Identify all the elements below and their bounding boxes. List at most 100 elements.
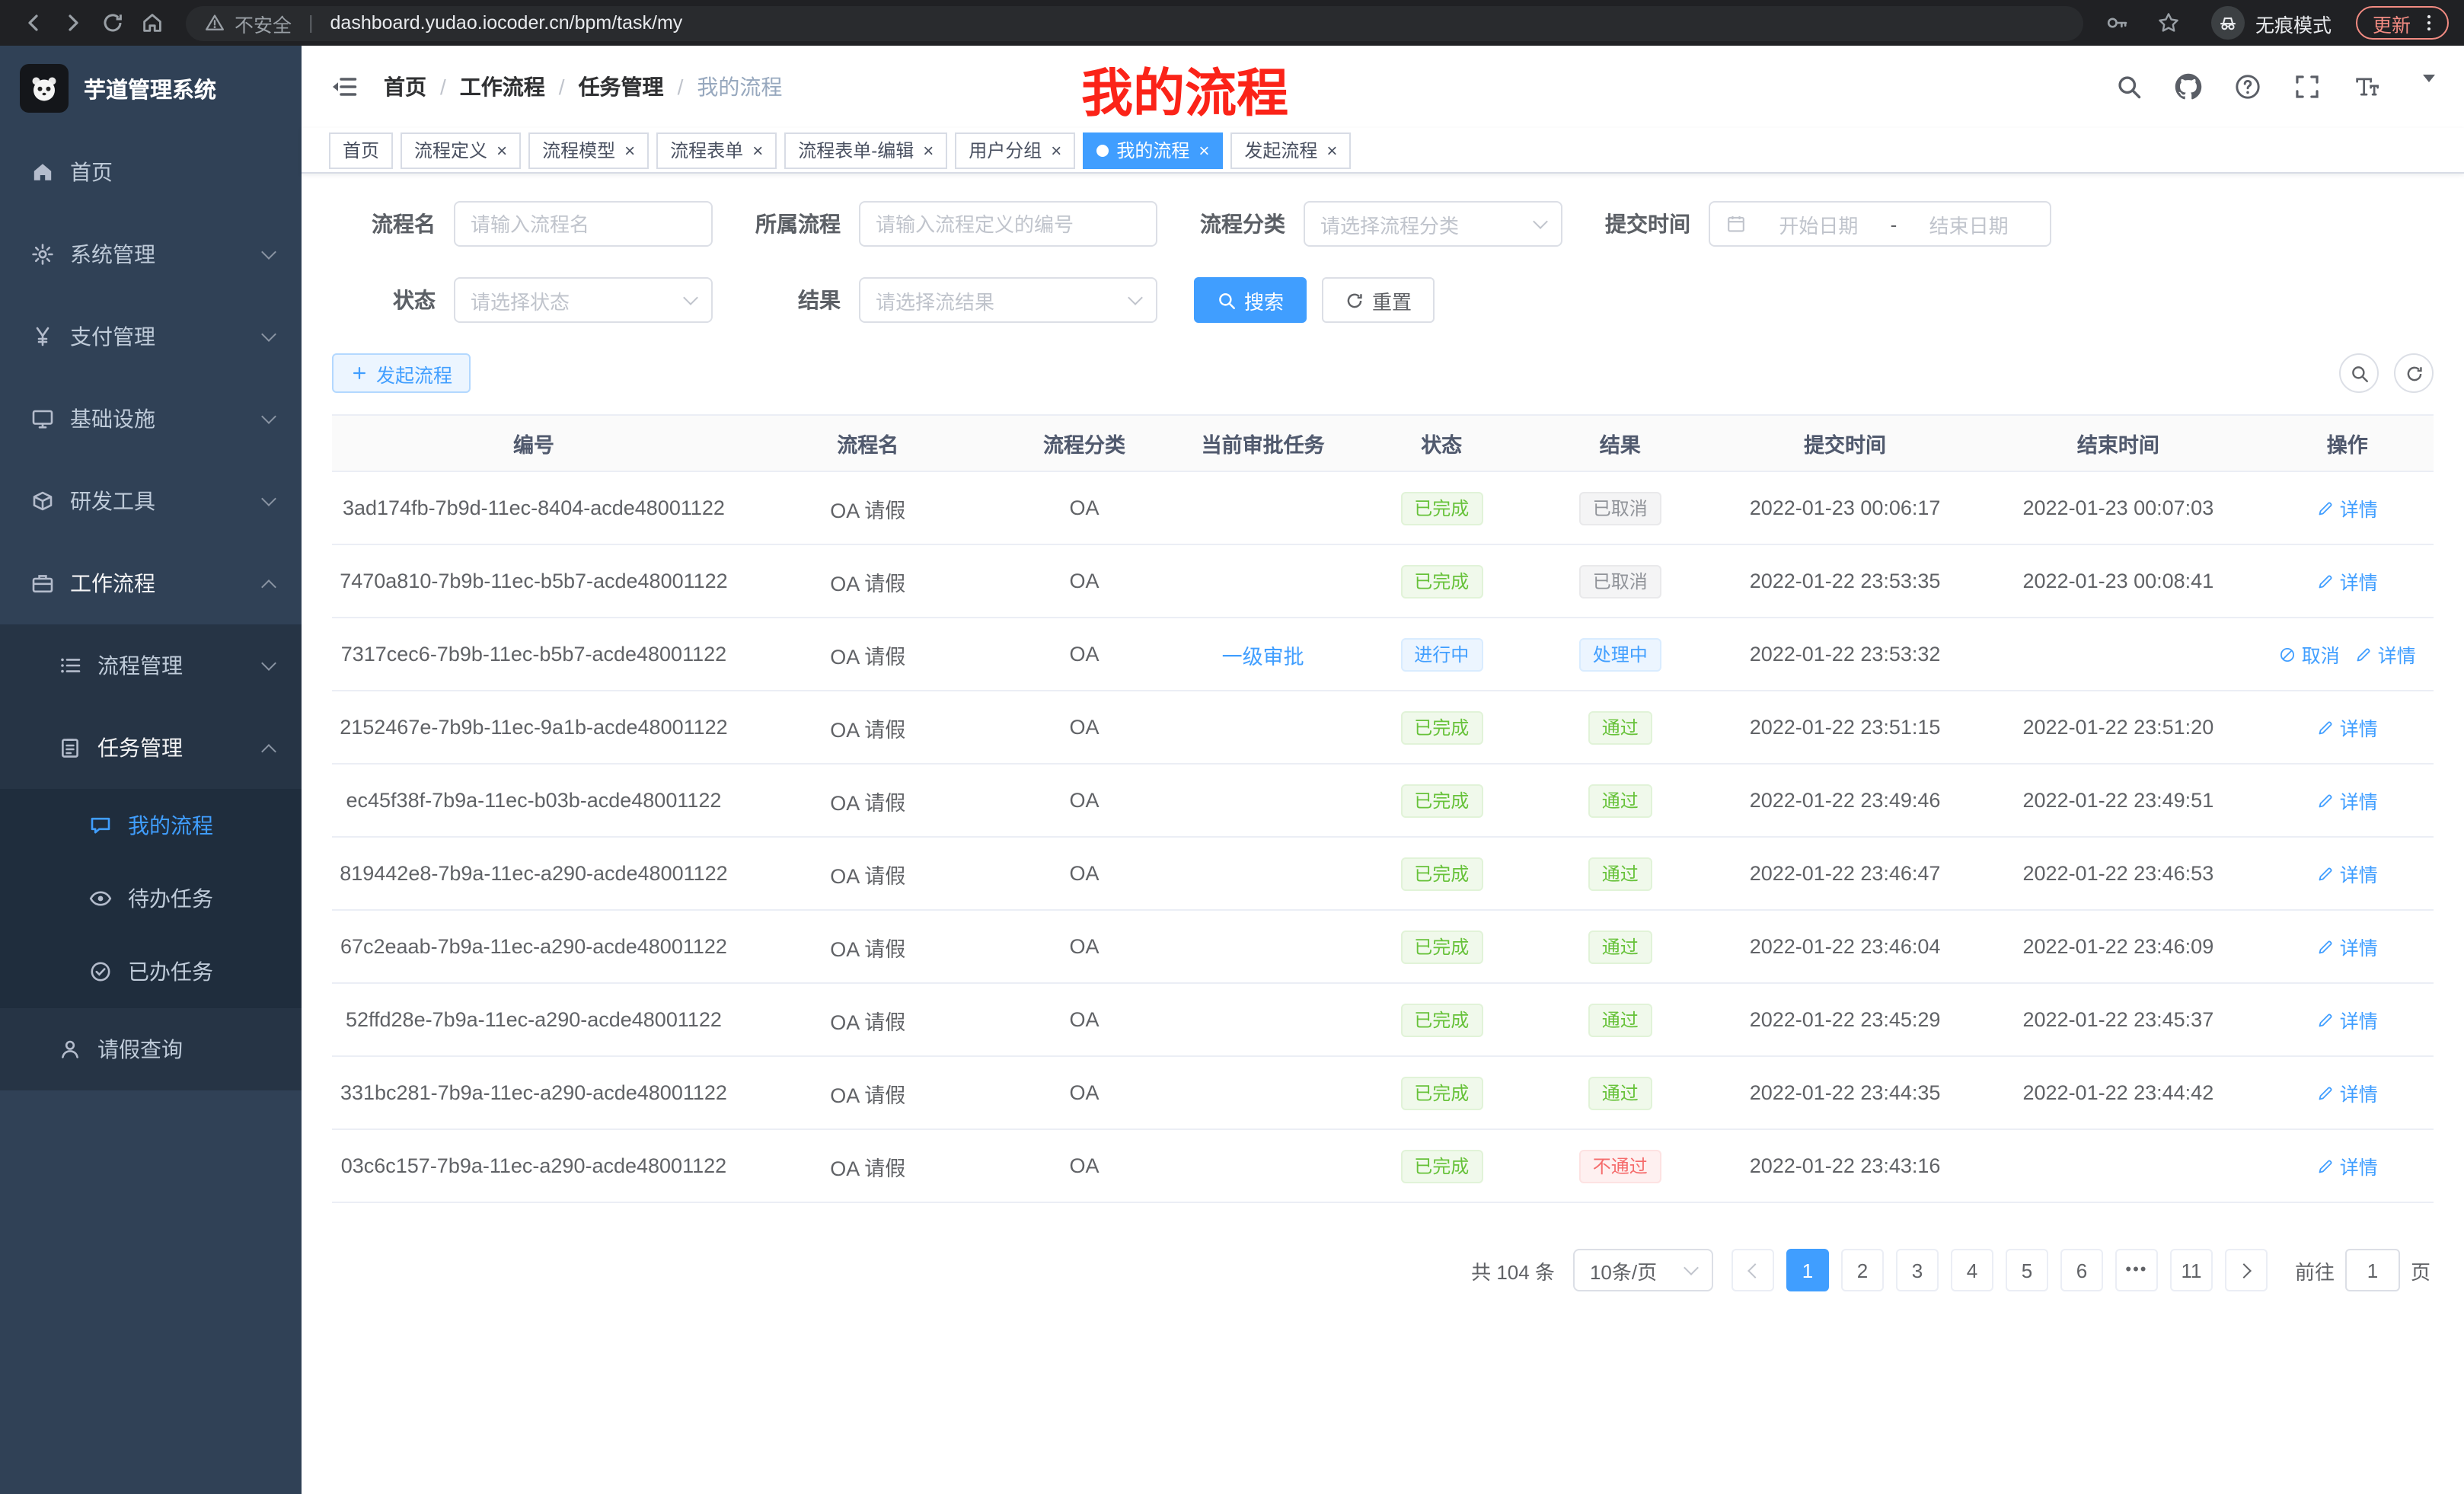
search-icon[interactable] xyxy=(2115,73,2143,101)
status-tag: 处理中 xyxy=(1579,637,1661,671)
page-button-2[interactable]: 2 xyxy=(1841,1249,1884,1291)
tab-process-definition[interactable]: 流程定义× xyxy=(401,132,521,168)
detail-link[interactable]: 详情 xyxy=(2317,713,2378,742)
tab-home[interactable]: 首页 xyxy=(329,132,393,168)
process-name-input[interactable] xyxy=(454,201,713,247)
page-button-11[interactable]: 11 xyxy=(2170,1249,2213,1291)
github-icon[interactable] xyxy=(2175,73,2202,101)
page-button-1[interactable]: 1 xyxy=(1786,1249,1829,1291)
sidebar-item-infrastructure[interactable]: 基础设施 xyxy=(0,378,302,460)
app-logo[interactable]: 芋道管理系统 xyxy=(0,46,302,131)
sidebar-item-done-tasks[interactable]: 已办任务 xyxy=(0,935,302,1008)
sidebar-item-workflow[interactable]: 工作流程 xyxy=(0,542,302,624)
result-select[interactable]: 请选择流结果 xyxy=(859,277,1157,323)
detail-link[interactable]: 详情 xyxy=(2317,567,2378,595)
toggle-search-button[interactable] xyxy=(2339,353,2379,393)
browser-back-button[interactable] xyxy=(15,5,52,41)
close-tab-icon[interactable]: × xyxy=(1051,141,1061,159)
detail-link[interactable]: 详情 xyxy=(2317,1151,2378,1180)
close-tab-icon[interactable]: × xyxy=(1198,141,1209,159)
tab-start-process[interactable]: 发起流程× xyxy=(1230,132,1351,168)
detail-link[interactable]: 详情 xyxy=(2317,859,2378,888)
submit-time-range-picker[interactable]: 开始日期 - 结束日期 xyxy=(1709,201,2051,247)
close-tab-icon[interactable]: × xyxy=(496,141,507,159)
sidebar-item-dev-tools[interactable]: 研发工具 xyxy=(0,460,302,542)
close-tab-icon[interactable]: × xyxy=(1326,141,1337,159)
prev-page-button[interactable] xyxy=(1732,1249,1774,1291)
edit-icon xyxy=(2317,937,2335,956)
tab-process-model[interactable]: 流程模型× xyxy=(528,132,649,168)
detail-link[interactable]: 详情 xyxy=(2317,1078,2378,1107)
tab-label: 流程表单-编辑 xyxy=(798,137,914,163)
detail-link[interactable]: 详情 xyxy=(2355,640,2416,669)
sidebar-item-leave-query[interactable]: 请假查询 xyxy=(0,1008,302,1090)
sidebar-item-label: 已办任务 xyxy=(128,956,213,987)
tab-user-group[interactable]: 用户分组× xyxy=(955,132,1075,168)
help-icon[interactable] xyxy=(2234,73,2261,101)
sidebar-toggle-button[interactable] xyxy=(329,72,359,102)
jump-page-input[interactable] xyxy=(2345,1249,2400,1291)
process-definition-input[interactable] xyxy=(859,201,1157,247)
bookmark-button[interactable] xyxy=(2150,5,2187,41)
cell-end-time: 2022-01-23 00:08:41 xyxy=(1975,544,2261,618)
page-size-select[interactable]: 10条/页 xyxy=(1573,1249,1713,1291)
reset-button[interactable]: 重置 xyxy=(1322,277,1435,323)
user-icon xyxy=(58,1037,82,1061)
font-size-icon[interactable] xyxy=(2353,73,2380,101)
detail-link[interactable]: 详情 xyxy=(2317,1005,2378,1034)
search-button[interactable]: 搜索 xyxy=(1194,277,1307,323)
tab-process-form-edit[interactable]: 流程表单-编辑 × xyxy=(784,132,947,168)
sidebar-item-process-management[interactable]: 流程管理 xyxy=(0,624,302,707)
sidebar-item-task-management[interactable]: 任务管理 xyxy=(0,707,302,789)
tab-my-process[interactable]: 我的流程× xyxy=(1083,132,1223,168)
page-button-5[interactable]: 5 xyxy=(2006,1249,2048,1291)
page-title-annotation: 我的流程 xyxy=(1081,52,1288,126)
cell-process-name: OA 请假 xyxy=(736,1129,1001,1202)
cell-process-name: OA 请假 xyxy=(736,471,1001,544)
close-tab-icon[interactable]: × xyxy=(624,141,635,159)
breadcrumb-item[interactable]: 工作流程 xyxy=(460,72,545,102)
table-row: 819442e8-7b9a-11ec-a290-acde48001122OA 请… xyxy=(332,837,2434,910)
sidebar-item-home[interactable]: 首页 xyxy=(0,131,302,213)
cell-actions: 详情 xyxy=(2261,910,2434,983)
page-ellipsis[interactable]: ••• xyxy=(2115,1249,2158,1291)
breadcrumb-item[interactable]: 首页 xyxy=(384,72,426,102)
cell-end-time xyxy=(1975,1129,2261,1202)
next-page-button[interactable] xyxy=(2225,1249,2268,1291)
detail-link[interactable]: 详情 xyxy=(2317,493,2378,522)
page-button-3[interactable]: 3 xyxy=(1896,1249,1939,1291)
password-manager-button[interactable] xyxy=(2099,5,2135,41)
sidebar-item-system[interactable]: 系统管理 xyxy=(0,213,302,295)
browser-forward-button[interactable] xyxy=(55,5,91,41)
detail-link[interactable]: 详情 xyxy=(2317,786,2378,815)
breadcrumb-item[interactable]: 任务管理 xyxy=(579,72,664,102)
cancel-link[interactable]: 取消 xyxy=(2279,640,2340,669)
fullscreen-icon[interactable] xyxy=(2293,73,2321,101)
page-button-4[interactable]: 4 xyxy=(1951,1249,1993,1291)
sidebar-item-label: 我的流程 xyxy=(128,810,213,841)
cell-actions: 取消详情 xyxy=(2261,618,2434,691)
category-placeholder: 请选择流程分类 xyxy=(1320,209,1459,238)
close-tab-icon[interactable]: × xyxy=(752,141,763,159)
cell-end-time: 2022-01-22 23:49:51 xyxy=(1975,764,2261,837)
page-button-6[interactable]: 6 xyxy=(2060,1249,2103,1291)
address-bar[interactable]: 不安全 | dashboard.yudao.iocoder.cn/bpm/tas… xyxy=(186,5,2083,40)
tab-process-form[interactable]: 流程表单× xyxy=(656,132,777,168)
detail-link[interactable]: 详情 xyxy=(2317,932,2378,961)
sidebar-item-label: 支付管理 xyxy=(70,321,155,352)
close-tab-icon[interactable]: × xyxy=(923,141,934,159)
current-task-link[interactable]: 一级审批 xyxy=(1222,639,1304,669)
status-tag: 已完成 xyxy=(1400,930,1483,963)
sidebar-item-my-process[interactable]: 我的流程 xyxy=(0,789,302,862)
browser-reload-button[interactable] xyxy=(94,5,131,41)
sidebar-item-todo-tasks[interactable]: 待办任务 xyxy=(0,862,302,935)
refresh-table-button[interactable] xyxy=(2394,353,2434,393)
jump-suffix: 页 xyxy=(2411,1256,2430,1285)
status-select[interactable]: 请选择状态 xyxy=(454,277,713,323)
start-process-button[interactable]: 发起流程 xyxy=(332,353,471,393)
browser-menu-update-button[interactable]: 更新 xyxy=(2356,6,2449,40)
browser-home-button[interactable] xyxy=(134,5,171,41)
cell-status: 已完成 xyxy=(1358,764,1526,837)
sidebar-item-payment[interactable]: 支付管理 xyxy=(0,295,302,378)
category-select[interactable]: 请选择流程分类 xyxy=(1304,201,1562,247)
